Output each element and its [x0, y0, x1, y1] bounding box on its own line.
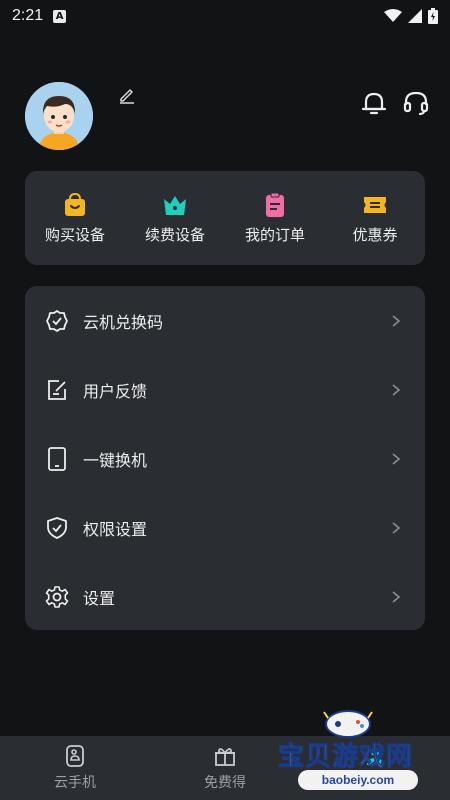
phone-icon — [48, 446, 66, 471]
quick-action-label: 我的订单 — [244, 225, 305, 244]
chevron-right-icon — [392, 590, 401, 603]
quick-actions-card: 购买设备 续费设备 我的订单 优惠券 — [25, 171, 425, 265]
status-time: 2:21 — [12, 7, 44, 24]
user-avatar-icon — [25, 82, 93, 150]
cloud-phone-icon — [66, 745, 84, 767]
menu-item-permissions[interactable]: 权限设置 — [25, 493, 425, 562]
status-bar: 2:21 A — [0, 0, 450, 32]
menu-item-label: 权限设置 — [83, 519, 148, 539]
clipboard-icon — [266, 192, 284, 217]
chevron-right-icon — [392, 314, 401, 327]
edit-icon[interactable] — [118, 86, 136, 104]
shield-check-icon — [47, 516, 67, 539]
quick-action-label: 优惠券 — [352, 225, 398, 244]
chevron-right-icon — [392, 521, 401, 534]
menu-item-label: 用户反馈 — [83, 381, 148, 401]
menu-item-switch-device[interactable]: 一键换机 — [25, 424, 425, 493]
coupon-icon — [364, 196, 386, 213]
watermark-title: 宝贝游戏网 — [277, 742, 414, 773]
menu-item-label: 设置 — [83, 588, 116, 608]
bell-icon[interactable] — [360, 89, 388, 117]
badge-check-icon — [46, 309, 68, 332]
menu-card: 云机兑换码 用户反馈 一键换机 权限设置 设置 — [25, 286, 425, 630]
nav-item-cloud-phone[interactable]: 云手机 — [0, 736, 150, 800]
status-indicator: A — [53, 9, 67, 23]
game-controller-icon — [323, 710, 373, 738]
chevron-right-icon — [392, 383, 401, 396]
battery-icon — [428, 8, 438, 24]
quick-action-label: 续费设备 — [144, 225, 205, 244]
watermark: 宝贝游戏网 baobeiy.com — [270, 706, 450, 800]
feedback-icon — [48, 379, 66, 400]
nav-label: 免费得 — [204, 775, 246, 791]
chevron-right-icon — [392, 452, 401, 465]
menu-item-label: 云机兑换码 — [83, 312, 164, 332]
quick-action-renew-device[interactable]: 续费设备 — [125, 171, 225, 265]
nav-label: 云手机 — [54, 775, 96, 791]
menu-item-settings[interactable]: 设置 — [25, 562, 425, 631]
gift-icon — [215, 748, 235, 766]
status-icons — [384, 8, 438, 24]
quick-action-coupons[interactable]: 优惠券 — [325, 171, 425, 265]
avatar[interactable] — [25, 82, 93, 150]
menu-item-label: 一键换机 — [83, 450, 148, 470]
headset-icon[interactable] — [402, 89, 430, 117]
quick-action-my-orders[interactable]: 我的订单 — [225, 171, 325, 265]
quick-action-buy-device[interactable]: 购买设备 — [25, 171, 125, 265]
shopping-bag-icon — [65, 192, 85, 216]
menu-item-redeem-code[interactable]: 云机兑换码 — [25, 286, 425, 355]
quick-action-label: 购买设备 — [44, 225, 105, 244]
gear-icon — [45, 585, 69, 608]
signal-icon — [408, 9, 422, 23]
watermark-url: baobeiy.com — [298, 770, 418, 790]
wifi-icon — [384, 9, 402, 22]
menu-item-feedback[interactable]: 用户反馈 — [25, 355, 425, 424]
crown-icon — [164, 195, 186, 215]
